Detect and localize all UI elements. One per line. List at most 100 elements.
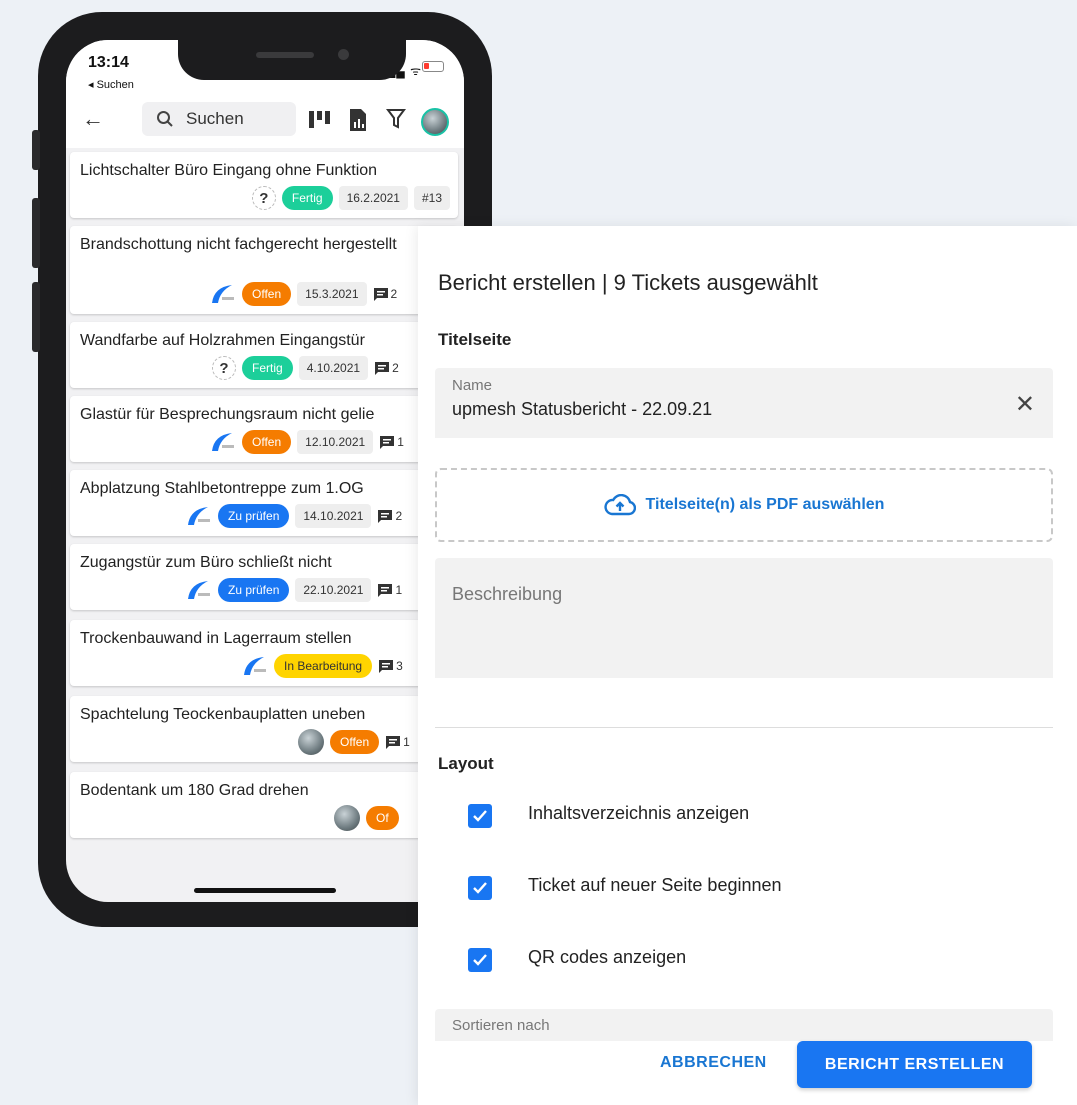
date-chip: 22.10.2021 — [295, 578, 372, 602]
comment-icon — [386, 735, 401, 749]
ticket-card[interactable]: Zugangstür zum Büro schließt nicht Zu pr… — [70, 544, 458, 610]
comment-count-value: 2 — [395, 509, 403, 523]
comment-count-value: 3 — [396, 659, 403, 673]
assignee-avatar — [298, 729, 324, 755]
create-report-button[interactable]: BERICHT ERSTELLEN — [797, 1041, 1032, 1088]
comment-count: 2 — [373, 287, 397, 302]
ticket-card[interactable]: Wandfarbe auf Holzrahmen Eingangstür ? F… — [70, 322, 458, 388]
phone-notch — [178, 40, 406, 80]
ticket-title: Lichtschalter Büro Eingang ohne Funktion — [80, 162, 378, 179]
sort-select[interactable]: Sortieren nach — [435, 1009, 1053, 1041]
comment-count-value: 1 — [403, 735, 410, 749]
cancel-button[interactable]: ABBRECHEN — [660, 1054, 767, 1072]
ticket-card[interactable]: Abplatzung Stahlbetontreppe zum 1.OG Zu … — [70, 470, 458, 536]
date-chip: 14.10.2021 — [295, 504, 372, 528]
ticket-card[interactable]: Bodentank um 180 Grad drehen Of — [70, 772, 458, 838]
report-dialog: Bericht erstellen | 9 Tickets ausgewählt… — [418, 226, 1077, 1105]
comment-count: 1 — [377, 583, 402, 598]
company-logo-icon — [242, 655, 268, 677]
comment-icon — [379, 659, 394, 673]
checkbox-checked-icon[interactable] — [468, 876, 492, 900]
ticket-card[interactable]: Glastür für Besprechungsraum nicht gelie… — [70, 396, 458, 462]
sort-field-label: Sortieren nach — [452, 1017, 550, 1034]
search-placeholder: Suchen — [186, 109, 244, 128]
comment-count-value: 1 — [397, 435, 404, 449]
ticket-card[interactable]: Trockenbauwand in Lagerraum stellen In B… — [70, 620, 458, 686]
kanban-icon[interactable] — [308, 108, 332, 130]
ticket-number-chip: #13 — [413, 186, 450, 210]
name-field-value: upmesh Statusbericht - 22.09.21 — [452, 399, 713, 419]
comment-icon — [380, 435, 395, 449]
option-label: QR codes anzeigen — [528, 947, 687, 967]
ticket-title: Brandschottung nicht fachgerecht hergest… — [80, 236, 397, 253]
cloud-upload-icon — [603, 494, 636, 516]
ticket-title: Abplatzung Stahlbetontreppe zum 1.OG — [80, 480, 364, 497]
phone-mute-switch — [32, 130, 40, 170]
back-to-app-link[interactable]: ◂ Suchen — [88, 78, 134, 91]
ticket-title: Zugangstür zum Büro schließt nicht — [80, 554, 332, 571]
back-arrow-icon[interactable]: ← — [82, 106, 104, 132]
ticket-title: Spachtelung Teockenbauplatten uneben — [80, 706, 366, 723]
report-name-field[interactable]: Name upmesh Statusbericht - 22.09.21 ✕ — [435, 368, 1053, 438]
comment-icon — [373, 287, 388, 301]
comment-count: 2 — [377, 509, 402, 524]
comment-icon — [378, 509, 393, 523]
ticket-title: Glastür für Besprechungsraum nicht gelie — [80, 406, 375, 423]
phone-screen: 13:14 ◂ Suchen ▂▄ ᯤ ← Suchen Lichtschalt… — [66, 40, 464, 902]
report-icon[interactable] — [348, 108, 368, 132]
titlepage-section-heading: Titelseite — [438, 330, 512, 349]
app-toolbar: ← Suchen — [66, 96, 464, 148]
phone-volume-down — [32, 282, 40, 352]
status-badge: Zu prüfen — [218, 504, 290, 528]
date-chip: 16.2.2021 — [338, 186, 408, 210]
option-table-of-contents[interactable]: Inhaltsverzeichnis anzeigen — [468, 801, 749, 831]
status-time: 13:14 — [88, 54, 129, 71]
description-placeholder: Beschreibung — [452, 584, 563, 604]
search-field[interactable]: Suchen — [142, 102, 296, 136]
battery-icon — [422, 61, 444, 72]
ticket-card[interactable]: Lichtschalter Büro Eingang ohne Funktion… — [70, 152, 458, 218]
comment-icon — [378, 583, 393, 597]
status-badge: Offen — [330, 730, 380, 754]
comment-count: 3 — [378, 659, 403, 674]
section-divider — [435, 727, 1053, 728]
status-badge: Fertig — [242, 356, 293, 380]
company-logo-icon — [210, 431, 236, 453]
comment-count: 1 — [379, 435, 404, 450]
assignee-avatar — [334, 805, 360, 831]
clear-icon[interactable]: ✕ — [1015, 390, 1035, 419]
upload-label: Titelseite(n) als PDF auswählen — [645, 496, 885, 513]
ticket-title: Bodentank um 180 Grad drehen — [80, 782, 309, 799]
description-textarea[interactable]: Beschreibung — [435, 558, 1053, 678]
layout-section-heading: Layout — [438, 754, 494, 773]
ticket-title: Trockenbauwand in Lagerraum stellen — [80, 630, 352, 647]
checkbox-checked-icon[interactable] — [468, 948, 492, 972]
status-badge: Fertig — [281, 186, 333, 210]
dialog-title: Bericht erstellen | 9 Tickets ausgewählt — [438, 270, 818, 295]
user-avatar[interactable] — [421, 108, 449, 136]
option-label: Ticket auf neuer Seite beginnen — [528, 875, 782, 895]
ticket-card[interactable]: Brandschottung nicht fachgerecht hergest… — [70, 226, 458, 314]
comment-icon — [375, 361, 390, 375]
date-chip: 4.10.2021 — [298, 356, 369, 380]
filter-icon[interactable] — [386, 108, 406, 130]
comment-count-value: 2 — [392, 361, 399, 375]
status-badge: Of — [366, 806, 399, 830]
company-logo-icon — [186, 579, 212, 601]
search-icon — [157, 111, 173, 127]
name-field-label: Name — [452, 377, 493, 394]
status-badge: Zu prüfen — [218, 578, 290, 602]
date-chip: 15.3.2021 — [297, 282, 367, 306]
date-chip: 12.10.2021 — [297, 430, 374, 454]
company-logo-icon — [210, 283, 236, 305]
checkbox-checked-icon[interactable] — [468, 804, 492, 828]
ticket-card[interactable]: Spachtelung Teockenbauplatten uneben Off… — [70, 696, 458, 762]
option-ticket-new-page[interactable]: Ticket auf neuer Seite beginnen — [468, 873, 782, 903]
status-badge: Offen — [242, 282, 292, 306]
status-badge: In Bearbeitung — [274, 654, 373, 678]
option-label: Inhaltsverzeichnis anzeigen — [528, 803, 750, 823]
ticket-title: Wandfarbe auf Holzrahmen Eingangstür — [80, 332, 365, 349]
titlepage-upload-dropzone[interactable]: Titelseite(n) als PDF auswählen — [435, 468, 1053, 542]
status-badge: Offen — [242, 430, 292, 454]
option-qr-codes[interactable]: QR codes anzeigen — [468, 945, 686, 975]
